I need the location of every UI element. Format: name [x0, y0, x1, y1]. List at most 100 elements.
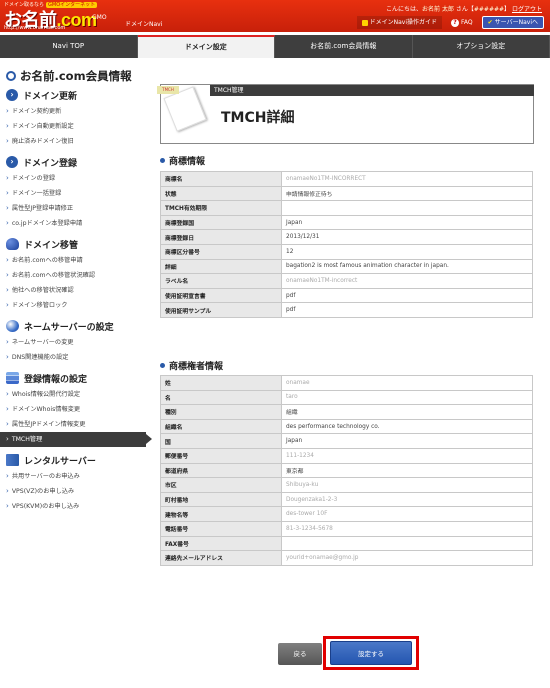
sidebar-title-text: お名前.com会員情報 — [20, 69, 132, 83]
row-label: 詳細 — [160, 258, 282, 275]
sidebar-item-jp-fix[interactable]: 属性型JP登録申請修正 — [0, 201, 150, 216]
table-row: 市区 Shibuya-ku — [160, 477, 533, 493]
section-title: ドメイン更新 — [23, 91, 78, 102]
faq-button[interactable]: ? FAQ — [446, 16, 478, 29]
sidebar-item-whois-change[interactable]: ドメインWhois情報変更 — [0, 402, 150, 417]
table-row: 種別 組織 — [160, 404, 533, 420]
row-value: des performance technology co. — [281, 418, 533, 435]
sidebar-item-vps-kvm[interactable]: VPS(KVM)のお申し込み — [0, 499, 150, 514]
submit-button[interactable]: 設定する — [330, 641, 412, 665]
sidebar-item-cojp-register[interactable]: co.jpドメイン本登録申請 — [0, 216, 150, 231]
row-label: 国 — [160, 433, 282, 449]
sidebar-item-vps-vz[interactable]: VPS(VZ)のお申し込み — [0, 484, 150, 499]
row-value: 12 — [281, 243, 533, 260]
row-label: 姓 — [160, 375, 282, 391]
tab-navi-top[interactable]: Navi TOP — [0, 35, 138, 58]
page-banner: TMCH TMCH管理 TMCH詳細 — [157, 84, 534, 144]
row-value: onamaeNo1TM-INCORRECT — [281, 171, 533, 187]
sidebar-item-transfer-out-status[interactable]: 他社への移管状況確認 — [0, 283, 150, 298]
row-value: onamaeNo1TM-incorrect — [281, 273, 533, 289]
table-row: 名 taro — [160, 389, 533, 406]
row-label: 商標登録国 — [160, 214, 282, 231]
gmo-logo: GMO — [92, 14, 107, 21]
sidebar-item-whois-proxy[interactable]: Whois情報公開代行設定 — [0, 387, 150, 402]
table-row: TMCH有効期限 — [160, 200, 533, 216]
sidebar-item-jp-info-change[interactable]: 属性型JPドメイン情報変更 — [0, 417, 150, 432]
row-label: 商標登録日 — [160, 229, 282, 245]
table-row: FAX番号 — [160, 535, 533, 552]
row-label: 組織名 — [160, 418, 282, 435]
row-value: bagation2 is most famous animation chara… — [281, 258, 533, 275]
sidebar-item-shared-server[interactable]: 共用サーバーのお申込み — [0, 469, 150, 484]
ring-icon — [6, 71, 16, 81]
table-row: 町村番地 Dougenzaka1-2-3 — [160, 491, 533, 508]
holder-heading-text: 商標権者情報 — [169, 362, 224, 372]
table-row: 商標名 onamaeNo1TM-INCORRECT — [160, 171, 533, 187]
greeting-prefix: こんにちは、 — [386, 6, 423, 13]
row-label: FAX番号 — [160, 535, 282, 552]
section-title: レンタルサーバー — [24, 456, 96, 467]
section-title: ネームサーバーの設定 — [24, 322, 114, 333]
back-button[interactable]: 戻る — [278, 643, 322, 665]
page-title: TMCH詳細 — [221, 110, 295, 126]
row-value: pdf — [281, 302, 533, 318]
server-navi-button[interactable]: ✔ サーバーNaviへ — [481, 16, 544, 29]
user-name: お名前 太郎 — [422, 6, 454, 13]
row-label: 都道府県 — [160, 462, 282, 479]
sidebar-item-transfer-status[interactable]: お名前.comへの移管状況確認 — [0, 268, 150, 283]
row-value: onamae — [281, 375, 533, 391]
sidebar-section-register: › ドメイン登録 — [0, 153, 150, 171]
row-label: 名 — [160, 389, 282, 406]
logo-url: http://www.onamae.com — [4, 25, 66, 31]
sidebar-item-ns-change[interactable]: ネームサーバーの変更 — [0, 335, 150, 350]
stack-icon — [6, 372, 19, 384]
sidebar-item-auto-renew[interactable]: ドメイン自動更新設定 — [0, 119, 150, 134]
sidebar-title[interactable]: お名前.com会員情報 — [6, 68, 132, 84]
memo-label: TMCH — [157, 86, 179, 94]
table-row: 商標登録日 2013/12/31 — [160, 229, 533, 245]
guide-button[interactable]: ドメインNavi操作ガイド — [356, 16, 443, 29]
sidebar-item-domain-renew[interactable]: ドメイン契約更新 — [0, 104, 150, 119]
logout-link[interactable]: ログアウト — [512, 6, 542, 13]
table-row: 詳細 bagation2 is most famous animation cha… — [160, 258, 533, 275]
row-value: pdf — [281, 287, 533, 304]
guide-icon — [361, 19, 368, 26]
sidebar-item-bulk-register[interactable]: ドメイン一括登録 — [0, 186, 150, 201]
trademark-heading: 商標情報 — [160, 154, 205, 167]
row-label: 商標区分番号 — [160, 243, 282, 260]
sidebar-item-transfer-apply[interactable]: お名前.comへの移管申請 — [0, 253, 150, 268]
row-label: 町村番地 — [160, 491, 282, 508]
tab-domain-settings[interactable]: ドメイン設定 — [137, 35, 275, 58]
sidebar-item-tmch[interactable]: TMCH管理 — [0, 432, 152, 447]
faq-label: FAQ — [461, 19, 473, 26]
bullet-icon — [160, 363, 165, 368]
section-title: ドメイン登録 — [23, 158, 78, 169]
server-navi-label: サーバーNaviへ — [494, 19, 538, 26]
row-value: 東京都 — [281, 462, 533, 479]
people-icon — [6, 238, 19, 250]
row-label: 市区 — [160, 477, 282, 493]
check-icon: ✔ — [487, 19, 493, 26]
tab-option-settings[interactable]: オプション設定 — [413, 35, 550, 58]
table-row: 状態 申請情報修正待ち — [160, 185, 533, 202]
banner-category: TMCH管理 — [210, 85, 534, 96]
bullet-icon — [160, 158, 165, 163]
row-value — [281, 200, 533, 216]
sidebar-item-restore[interactable]: 廃止済みドメイン復旧 — [0, 134, 150, 149]
sidebar-item-domain-register[interactable]: ドメインの登録 — [0, 171, 150, 186]
sidebar-item-dns-settings[interactable]: DNS関連機能の設定 — [0, 350, 150, 365]
table-row: 建物名等 des-tower 10F — [160, 506, 533, 522]
sidebar-item-transfer-lock[interactable]: ドメイン移管ロック — [0, 298, 150, 313]
section-title: ドメイン移管 — [24, 240, 79, 251]
row-label: 使用証明サンプル — [160, 302, 282, 318]
globe-icon — [6, 320, 19, 332]
sidebar-section-transfer: ドメイン移管 — [0, 235, 150, 253]
sidebar-section-renew: › ドメイン更新 — [0, 86, 150, 104]
table-row: 連絡先メールアドレス yourid+onamae@gmo.jp — [160, 550, 533, 566]
row-value — [281, 535, 533, 552]
table-row: ラベル名 onamaeNo1TM-incorrect — [160, 273, 533, 289]
table-row: 使用証明サンプル pdf — [160, 302, 533, 318]
row-value: 申請情報修正待ち — [281, 185, 533, 202]
tab-member-info[interactable]: お名前.com会員情報 — [275, 35, 413, 58]
row-value: Dougenzaka1-2-3 — [281, 491, 533, 508]
